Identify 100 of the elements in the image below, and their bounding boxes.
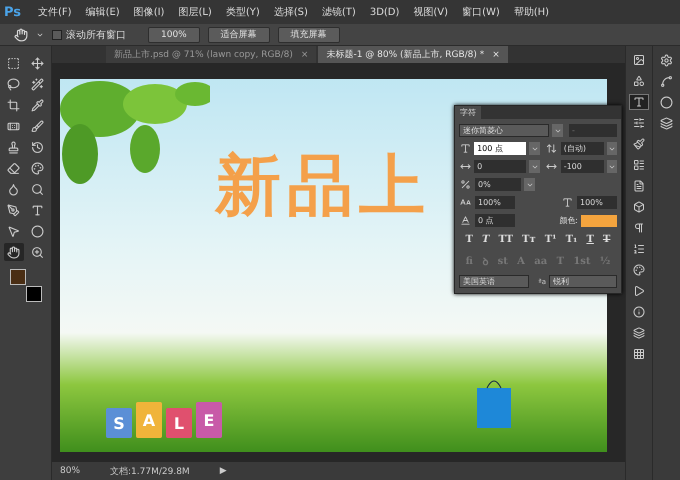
text-style-button[interactable]: Tт: [521, 234, 537, 245]
close-button[interactable]: ×: [492, 50, 500, 60]
layers-icon: [660, 116, 673, 130]
menu-item[interactable]: 帮助(H): [508, 5, 556, 19]
magic-wand-icon: [30, 78, 44, 90]
gear-icon: [660, 54, 673, 66]
zoom-button[interactable]: 适合屏幕: [208, 26, 270, 42]
bandage-icon: [7, 120, 20, 132]
menu-item[interactable]: 3D(D): [364, 6, 406, 18]
menu-item[interactable]: 图层(L): [172, 5, 218, 19]
sliders-icon: [633, 117, 645, 129]
checkbox[interactable]: [52, 30, 62, 40]
shopping-bag: S: [106, 408, 132, 438]
character-icon: [633, 96, 645, 108]
cube-icon: [633, 201, 645, 213]
menu-item[interactable]: 文件(F): [32, 5, 78, 19]
image-icon: [633, 54, 645, 66]
zoom-level: 80%: [60, 466, 80, 476]
close-button[interactable]: ×: [300, 50, 308, 60]
eraser-icon: [7, 162, 20, 174]
move-icon: [30, 56, 44, 70]
color-label: 颜色:: [559, 215, 578, 226]
text-style-button[interactable]: TT: [497, 234, 514, 245]
path-icon: [660, 74, 673, 88]
antialias-select[interactable]: 锐利: [549, 275, 617, 288]
horizontal-scale-icon: [562, 197, 573, 208]
tab-title: 新品上市.psd @ 71% (lawn copy, RGB/8): [114, 48, 293, 61]
menu-item[interactable]: 选择(S): [268, 5, 314, 19]
pen-icon: [7, 204, 20, 216]
vertical-scale-icon: [460, 197, 471, 208]
font-size-field[interactable]: 100 点: [474, 142, 526, 155]
eyedropper-icon: [30, 98, 44, 112]
layers-icon: [633, 327, 645, 339]
brush-icon: [30, 120, 44, 132]
menu-item[interactable]: 图像(I): [128, 5, 170, 19]
grid-icon: [633, 348, 645, 360]
leading-icon: [546, 143, 558, 154]
hand-icon: [7, 246, 20, 258]
brush-icon: [633, 138, 645, 150]
text-style-button[interactable]: T¹: [544, 234, 558, 245]
palette-icon: [633, 264, 645, 276]
menu-item[interactable]: 滤镜(T): [316, 5, 362, 19]
zoom-icon: [30, 246, 44, 258]
menu-item[interactable]: 编辑(E): [80, 5, 126, 19]
search-icon: [30, 182, 44, 196]
shopping-bag: L: [166, 408, 192, 438]
document-tab[interactable]: 新品上市.psd @ 71% (lawn copy, RGB/8) ×: [106, 46, 316, 63]
zoom-button[interactable]: 100%: [148, 26, 200, 42]
menu-item[interactable]: 窗口(W): [456, 5, 506, 19]
panel-button[interactable]: [629, 94, 649, 110]
font-family-select[interactable]: 迷你简菱心: [459, 124, 549, 137]
vertical-scale-field[interactable]: 100%: [475, 196, 515, 209]
document-size: 文档:1.77M/29.8M: [110, 466, 190, 478]
text-style-button[interactable]: T: [585, 234, 595, 245]
tracking-field[interactable]: -100: [560, 160, 604, 173]
pilcrow-icon: [633, 222, 645, 234]
play-icon: [633, 285, 645, 297]
baseline-field[interactable]: 0 点: [475, 214, 515, 227]
text-style-button[interactable]: T: [481, 234, 490, 245]
menu-item[interactable]: 类型(Y): [220, 5, 266, 19]
text-color-swatch[interactable]: [581, 214, 617, 226]
marquee-icon: [7, 56, 20, 70]
droplet-icon: [7, 182, 20, 196]
dropdown-button[interactable]: [606, 142, 617, 155]
proportional-spacing-field[interactable]: 0%: [475, 178, 521, 191]
shapes-icon: [633, 75, 645, 87]
menu-item[interactable]: 视图(V): [407, 5, 454, 19]
leading-field[interactable]: (自动): [560, 142, 604, 155]
document-tab[interactable]: 未标题-1 @ 80% (新品上市, RGB/8) * ×: [318, 46, 508, 63]
panel-tab[interactable]: 字符: [455, 106, 481, 119]
app-logo: Ps: [4, 4, 22, 20]
arrow-button[interactable]: ▶: [220, 466, 227, 476]
dropdown-button[interactable]: [606, 160, 617, 173]
tool-button[interactable]: [4, 243, 24, 261]
hand-icon: [14, 28, 28, 42]
checkbox-label: 滚动所有窗口: [66, 28, 126, 42]
circle-icon: [660, 96, 673, 108]
crop-icon: [7, 98, 20, 112]
text-style-button[interactable]: T₁: [564, 234, 578, 245]
text-style-button[interactable]: T: [464, 234, 474, 245]
foreground-color-swatch[interactable]: [10, 269, 26, 285]
text-style-button[interactable]: T: [602, 234, 612, 245]
palette-icon: [30, 162, 44, 174]
horizontal-scale-field[interactable]: 100%: [577, 196, 617, 209]
stamp-icon: [7, 140, 20, 154]
language-select[interactable]: 美国英语: [459, 275, 529, 288]
spacing-icon: [460, 179, 471, 190]
history-brush-icon: [30, 140, 44, 154]
shopping-bag: E: [196, 402, 222, 438]
pointer-icon: [7, 224, 20, 238]
tab-title: 未标题-1 @ 80% (新品上市, RGB/8) *: [326, 48, 484, 61]
list-icon: [633, 159, 645, 171]
shopping-bag: A: [136, 402, 162, 438]
background-color-swatch[interactable]: [26, 286, 42, 302]
kerning-field[interactable]: 0: [474, 160, 526, 173]
font-size-icon: [460, 143, 471, 154]
document-icon: [633, 180, 645, 192]
zoom-button[interactable]: 填充屏幕: [278, 26, 340, 42]
info-icon: [633, 306, 645, 318]
list-icon: [633, 243, 645, 255]
